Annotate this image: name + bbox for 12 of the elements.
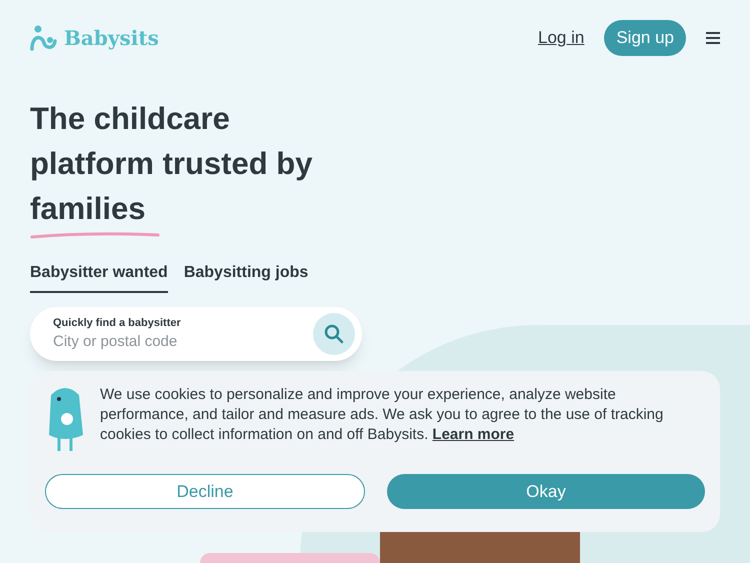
tab[interactable]: Babysitter wanted bbox=[30, 261, 168, 293]
search-field[interactable]: City or postal code bbox=[53, 331, 313, 354]
menu-icon[interactable] bbox=[706, 32, 720, 44]
login-link[interactable]: Log in bbox=[538, 25, 584, 51]
search-icon bbox=[324, 324, 344, 344]
tab[interactable]: Babysitting jobs bbox=[184, 261, 308, 293]
hero-highlight-word: families bbox=[30, 191, 146, 226]
learn-more-link[interactable]: Learn more bbox=[432, 426, 514, 443]
cookie-message: We use cookies to personalize and improve your experience, analyze website performance, and tailor and measure ads. We ask you to agree to the use of tracking cookies to collect information on and off Babysits. Learn more bbox=[100, 385, 664, 445]
search-button[interactable] bbox=[313, 313, 355, 355]
search-bar[interactable]: Quickly find a babysitter City or postal code bbox=[30, 307, 362, 361]
search-label: Quickly find a babysitter bbox=[53, 316, 182, 330]
